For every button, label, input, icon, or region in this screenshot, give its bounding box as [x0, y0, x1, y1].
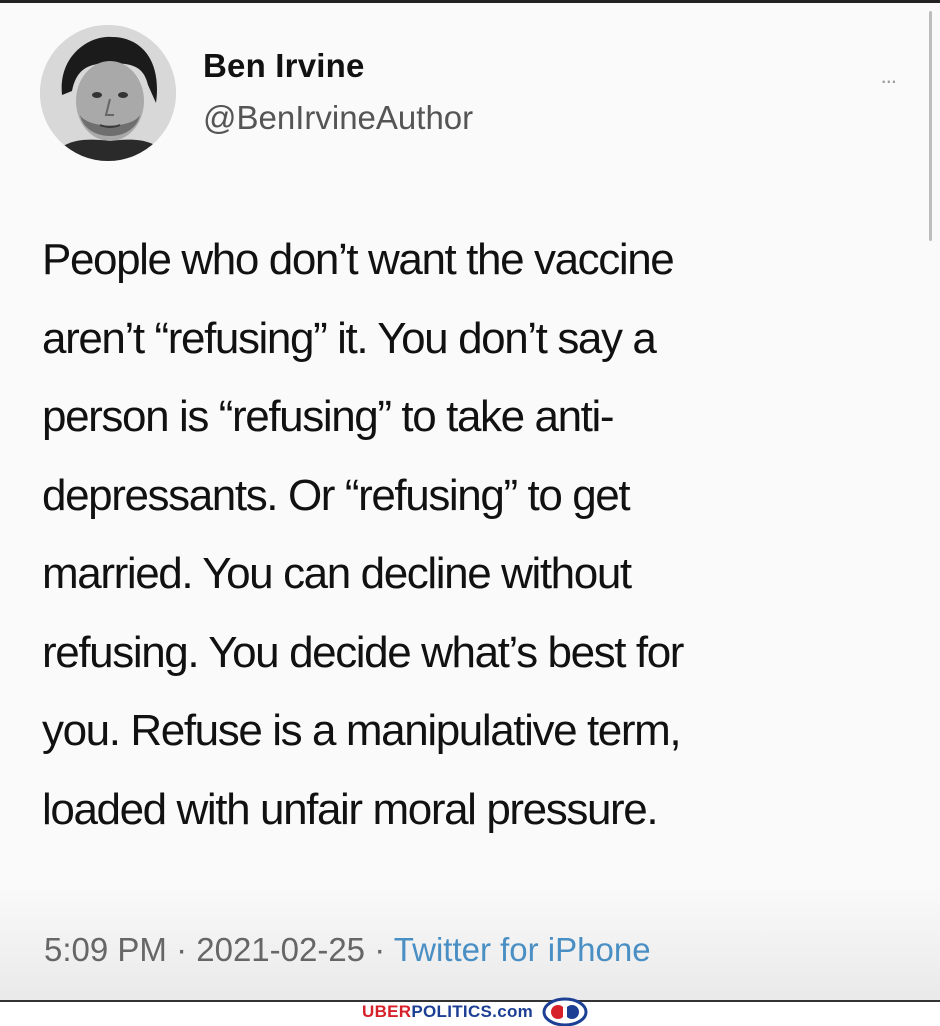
watermark[interactable]: UBERPOLITICS.com	[362, 1002, 533, 1022]
meta-separator: ·	[365, 931, 394, 968]
watermark-part2: POLITICS.com	[411, 1002, 534, 1021]
tweet-line: married. You can decline without	[42, 549, 632, 598]
tweet-line: depressants. Or “refusing” to get	[42, 470, 631, 520]
tweet-line: person is “refusing” to take anti-	[42, 392, 615, 441]
tweet-source[interactable]: Twitter for iPhone	[394, 931, 651, 968]
tweet-line: loaded with unfair moral pressure.	[42, 784, 659, 834]
more-options-icon[interactable]: ...	[881, 63, 897, 89]
profile-photo-icon	[40, 25, 176, 161]
elephant-donkey-logo-icon	[542, 997, 588, 1026]
tweet-text: People who don’t want the vaccine aren’t…	[42, 221, 902, 849]
tweet-date[interactable]: 2021-02-25	[196, 931, 365, 968]
avatar[interactable]	[40, 25, 176, 161]
watermark-part1: UBER	[362, 1002, 412, 1021]
author-name[interactable]: Ben Irvine	[203, 47, 365, 85]
tweet-meta: 5:09 PM · 2021-02-25 · Twitter for iPhon…	[44, 931, 651, 969]
meta-separator: ·	[166, 931, 197, 968]
tweet-card: Ben Irvine @BenIrvineAuthor ... People w…	[0, 0, 940, 1003]
tweet-time[interactable]: 5:09 PM	[44, 931, 167, 968]
tweet-line: refusing. You decide what’s best for	[42, 627, 684, 677]
scrollbar[interactable]	[929, 11, 932, 241]
tweet-line: People who don’t want the vaccine	[42, 235, 675, 284]
author-handle[interactable]: @BenIrvineAuthor	[203, 99, 473, 137]
tweet-line: aren’t “refusing” it. You don’t say a	[42, 313, 657, 363]
tweet-line: you. Refuse is a manipulative term,	[42, 706, 682, 755]
